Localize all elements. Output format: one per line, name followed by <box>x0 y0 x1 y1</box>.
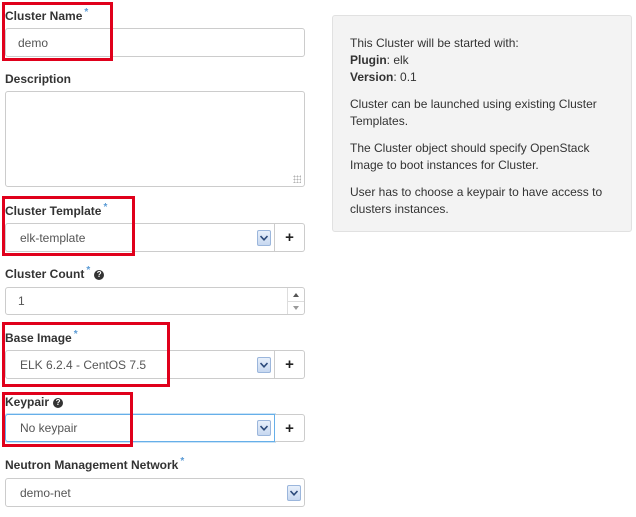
keypair-label: Keypair? <box>5 395 64 409</box>
spinner-arrows-icon[interactable] <box>287 288 304 314</box>
resize-grip-icon[interactable] <box>293 175 301 183</box>
cluster-template-label: Cluster Template * <box>5 202 108 218</box>
base-image-label: Base Image * <box>5 329 78 345</box>
plus-icon: + <box>285 356 294 373</box>
neutron-network-select[interactable]: demo-net <box>5 478 305 507</box>
cluster-template-value: elk-template <box>20 230 86 245</box>
plus-icon: + <box>285 419 294 437</box>
keypair-select[interactable]: No keypair <box>5 414 275 442</box>
started-with-text: This Cluster will be started with: <box>350 36 519 50</box>
cluster-count-label: Cluster Count *? <box>5 265 105 281</box>
required-marker: * <box>180 456 185 467</box>
required-marker: * <box>86 265 91 276</box>
question-circle-icon[interactable]: ? <box>53 398 64 408</box>
chevron-down-icon[interactable] <box>257 420 271 436</box>
help-image-text: The Cluster object should specify OpenSt… <box>350 141 590 172</box>
cluster-name-value: demo <box>18 35 49 50</box>
spinner-up-arrow[interactable] <box>288 288 304 302</box>
keypair-value: No keypair <box>20 421 78 435</box>
spinner-down-arrow[interactable] <box>288 301 304 314</box>
description-label: Description <box>5 72 72 86</box>
required-marker: * <box>73 329 78 340</box>
plus-icon: + <box>285 229 294 246</box>
chevron-down-icon[interactable] <box>287 484 301 501</box>
neutron-network-label: Neutron Management Network * <box>5 456 185 472</box>
cluster-name-label: Cluster Name * <box>5 7 89 23</box>
neutron-network-value: demo-net <box>20 485 71 500</box>
base-image-select[interactable]: ELK 6.2.4 - CentOS 7.5 <box>5 350 275 379</box>
help-panel: This Cluster will be started with: Plugi… <box>332 15 632 232</box>
help-templates-text: Cluster can be launched using existing C… <box>350 97 597 128</box>
cluster-count-input[interactable]: 1 <box>5 287 305 315</box>
plugin-line: Plugin: elk <box>350 53 409 67</box>
description-textarea[interactable] <box>5 91 305 187</box>
chevron-down-icon[interactable] <box>257 229 271 246</box>
cluster-name-input[interactable]: demo <box>5 28 305 57</box>
add-cluster-template-button[interactable]: + <box>275 223 305 252</box>
version-line: Version: 0.1 <box>350 70 417 84</box>
add-base-image-button[interactable]: + <box>275 350 305 379</box>
required-marker: * <box>84 7 89 18</box>
chevron-down-icon[interactable] <box>257 356 271 373</box>
question-circle-icon[interactable]: ? <box>94 270 105 280</box>
cluster-template-select[interactable]: elk-template <box>5 223 275 252</box>
cluster-count-value: 1 <box>18 294 25 308</box>
required-marker: * <box>103 202 108 213</box>
base-image-value: ELK 6.2.4 - CentOS 7.5 <box>20 357 147 372</box>
add-keypair-button[interactable]: + <box>275 414 305 442</box>
help-keypair-text: User has to choose a keypair to have acc… <box>350 185 603 216</box>
